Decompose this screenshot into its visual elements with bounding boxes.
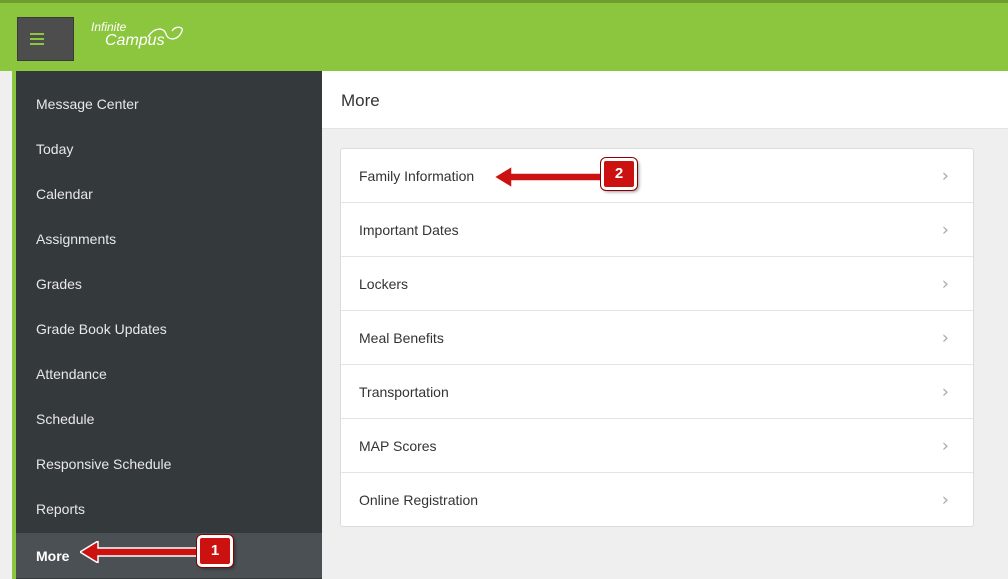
chevron-right-icon: › [941,381,949,402]
annotation-arrow-2 [494,166,604,188]
annotation-callout-2: 2 [601,158,637,190]
list-item-label: Family Information [359,167,475,184]
sidebar-item-grade-book-updates[interactable]: Grade Book Updates [16,306,322,351]
sidebar-item-calendar[interactable]: Calendar [16,171,322,216]
list-item-online-registration[interactable]: Online Registration › [341,473,973,527]
sidebar-item-label: Calendar [36,185,93,202]
list-item-label: Important Dates [359,221,459,238]
sidebar-item-message-center[interactable]: Message Center [16,81,322,126]
sidebar-item-assignments[interactable]: Assignments [16,216,322,261]
list-item-label: Meal Benefits [359,329,444,346]
sidebar-item-attendance[interactable]: Attendance [16,351,322,396]
list-item-label: Online Registration [359,492,479,508]
list-item-map-scores[interactable]: MAP Scores › [341,419,973,473]
logo-swirl-icon [147,26,183,40]
sidebar-item-label: Assignments [36,230,117,247]
sidebar: Message Center Today Calendar Assignment… [12,71,322,579]
list-item-meal-benefits[interactable]: Meal Benefits › [341,311,973,365]
list-item-important-dates[interactable]: Important Dates › [341,203,973,257]
page-title: More [341,91,380,110]
top-bar: Infinite Campus [0,0,1008,71]
sidebar-item-responsive-schedule[interactable]: Responsive Schedule [16,441,322,486]
sidebar-item-label: Responsive Schedule [36,455,172,472]
sidebar-item-label: Schedule [36,410,95,427]
hamburger-icon [30,33,44,45]
page-header: More [322,71,1008,129]
list-item-label: Lockers [359,275,409,292]
chevron-right-icon: › [941,327,949,348]
sidebar-item-grades[interactable]: Grades [16,261,322,306]
sidebar-item-today[interactable]: Today [16,126,322,171]
sidebar-item-label: Reports [36,500,86,517]
chevron-right-icon: › [941,489,949,511]
sidebar-item-label: Today [36,140,74,157]
sidebar-item-label: More [36,547,70,564]
list-item-family-information[interactable]: Family Information › [341,149,973,203]
sidebar-item-schedule[interactable]: Schedule [16,396,322,441]
chevron-right-icon: › [941,435,949,456]
annotation-arrow-1 [80,541,200,563]
menu-button[interactable] [17,17,74,61]
list-item-label: Transportation [359,383,449,400]
sidebar-item-label: Grades [36,275,82,292]
annotation-callout-1: 1 [197,535,233,567]
chevron-right-icon: › [941,165,949,186]
list-item-lockers[interactable]: Lockers › [341,257,973,311]
sidebar-item-label: Attendance [36,365,107,382]
chevron-right-icon: › [941,273,949,294]
more-menu-list: Family Information › Important Dates › L… [340,148,974,527]
chevron-right-icon: › [941,219,949,240]
sidebar-item-reports[interactable]: Reports [16,486,322,531]
sidebar-item-label: Grade Book Updates [36,320,167,337]
list-item-label: MAP Scores [359,437,437,454]
list-item-transportation[interactable]: Transportation › [341,365,973,419]
sidebar-item-label: Message Center [36,95,139,112]
